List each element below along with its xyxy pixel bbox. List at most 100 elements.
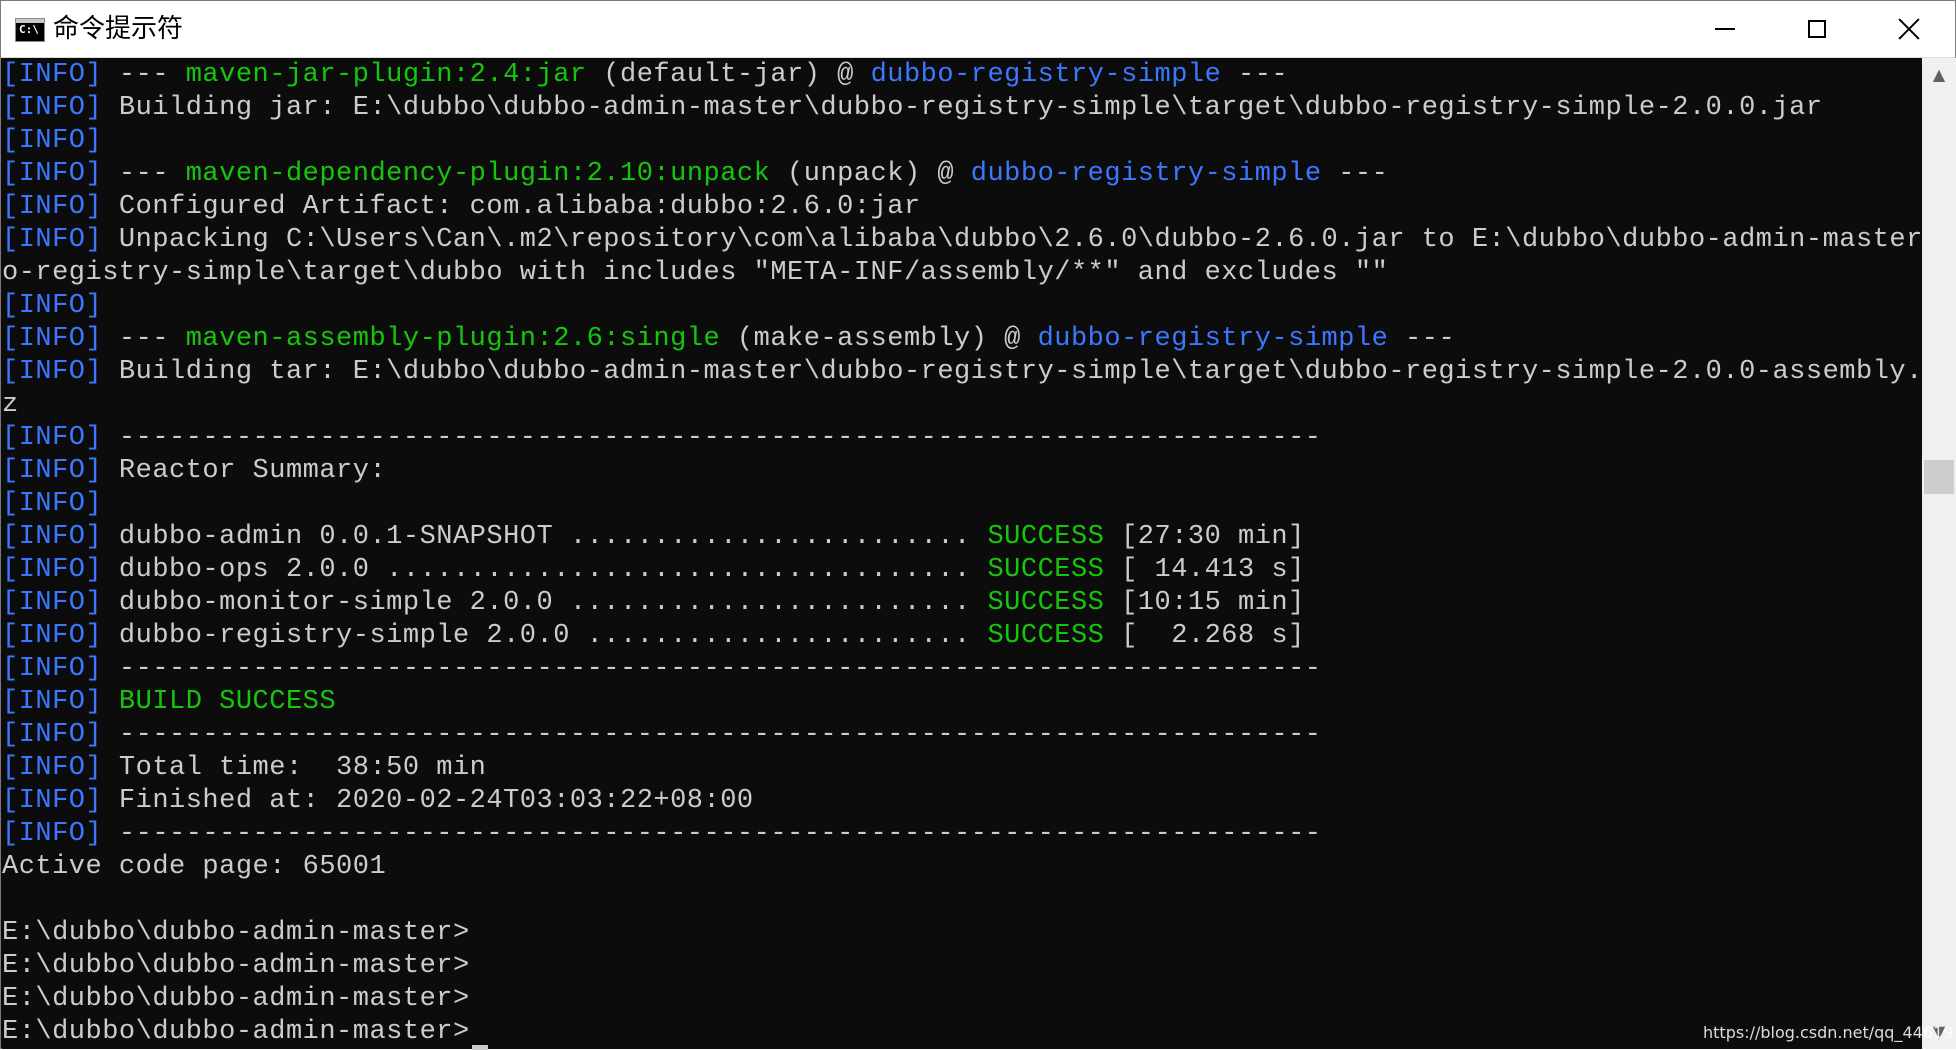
console-text: (unpack) @ [770,159,971,189]
console-text: [10:15 min] [1104,588,1305,618]
info-tag: [INFO] [2,555,119,585]
console-text: Configured Artifact: com.alibaba:dubbo:2… [118,192,921,222]
info-tag: [INFO] [2,423,119,453]
console-line: E:\dubbo\dubbo-admin-master> [2,983,470,1016]
console-line: [INFO] --- maven-dependency-plugin:2.10:… [2,158,1388,191]
console-text: --- [118,60,186,90]
maximize-icon [1808,20,1826,38]
console-text: Building jar: E:\dubbo\dubbo-admin-maste… [118,93,1823,123]
info-tag: [INFO] [2,357,119,387]
close-button[interactable] [1863,1,1955,57]
console-line: [INFO] BUILD SUCCESS [2,686,336,719]
info-tag: [INFO] [2,621,119,651]
console-output[interactable]: [INFO] --- maven-jar-plugin:2.4:jar (def… [2,58,1922,1049]
console-text: --- [118,324,186,354]
info-tag: [INFO] [2,489,103,519]
console-text: [27:30 min] [1104,522,1305,552]
console-text: (default-jar) @ [586,60,871,90]
console-line: [INFO] Building tar: E:\dubbo\dubbo-admi… [2,356,1922,389]
console-line: z [2,389,19,422]
success-status: SUCCESS [987,621,1105,651]
console-line: [INFO] Total time: 38:50 min [2,752,486,785]
console-line: [INFO] Configured Artifact: com.alibaba:… [2,191,921,224]
console-text: dubbo-ops 2.0.0 ........................… [118,555,988,585]
title-bar[interactable]: C:\ 命令提示符 [1,1,1955,58]
console-text: [ 2.268 s] [1104,621,1305,651]
console-line: [INFO] ---------------------------------… [2,719,1322,752]
info-tag: [INFO] [2,225,119,255]
info-tag: [INFO] [2,687,119,717]
console-text: z [2,390,19,420]
console-text: Finished at: 2020-02-24T03:03:22+08:00 [118,786,754,816]
close-icon [1898,18,1920,40]
console-text: dubbo-registry-simple 2.0.0 ............… [118,621,988,651]
plugin-name: maven-assembly-plugin:2.6:single [185,324,721,354]
minimize-icon [1715,28,1735,30]
info-tag: [INFO] [2,786,119,816]
console-line: [INFO] --- maven-jar-plugin:2.4:jar (def… [2,59,1288,92]
console-text: E:\dubbo\dubbo-admin-master> [2,951,470,981]
console-text: --- [1321,159,1389,189]
info-tag: [INFO] [2,456,119,486]
console-line: [INFO] [2,290,102,323]
project-name: dubbo-registry-simple [970,159,1322,189]
console-line: [INFO] ---------------------------------… [2,422,1322,455]
maximize-button[interactable] [1771,1,1863,57]
console-line: Active code page: 65001 [2,851,386,884]
project-name: dubbo-registry-simple [870,60,1222,90]
console-text: Active code page: 65001 [2,852,387,882]
console-line: [INFO] Unpacking C:\Users\Can\.m2\reposi… [2,224,1922,257]
project-name: dubbo-registry-simple [1037,324,1389,354]
plugin-name: maven-jar-plugin:2.4:jar [185,60,587,90]
console-text: dubbo-admin 0.0.1-SNAPSHOT .............… [118,522,988,552]
console-line: [INFO] ---------------------------------… [2,818,1322,851]
console-line: [INFO] --- maven-assembly-plugin:2.6:sin… [2,323,1455,356]
scrollbar-thumb[interactable] [1924,460,1954,494]
console-line: E:\dubbo\dubbo-admin-master> [2,1016,470,1049]
console-line: o-registry-simple\target\dubbo with incl… [2,257,1388,290]
text-cursor [471,1045,488,1050]
console-line: [INFO] Finished at: 2020-02-24T03:03:22+… [2,785,754,818]
watermark-text: https://blog.csdn.net/qq_44619 [1703,1023,1954,1042]
console-text: --- [118,159,186,189]
console-line: [INFO] dubbo-monitor-simple 2.0.0 ......… [2,587,1305,620]
info-tag: [INFO] [2,93,119,123]
info-tag: [INFO] [2,60,119,90]
info-tag: [INFO] [2,159,119,189]
console-line: [INFO] [2,125,102,158]
console-text: ----------------------------------------… [118,720,1322,750]
console-line: E:\dubbo\dubbo-admin-master> [2,917,470,950]
window-title: 命令提示符 [53,14,184,44]
info-tag: [INFO] [2,522,119,552]
console-text: dubbo-monitor-simple 2.0.0 .............… [118,588,988,618]
success-status: SUCCESS [987,522,1105,552]
info-tag: [INFO] [2,588,119,618]
minimize-button[interactable] [1679,1,1771,57]
scroll-up-button[interactable]: ▲ [1922,58,1956,92]
success-status: BUILD SUCCESS [118,687,337,717]
info-tag: [INFO] [2,819,119,849]
console-line: [INFO] dubbo-admin 0.0.1-SNAPSHOT ......… [2,521,1305,554]
console-text: Unpacking C:\Users\Can\.m2\repository\co… [118,225,1922,255]
info-tag: [INFO] [2,324,119,354]
vertical-scrollbar[interactable]: ▲ ▼ [1922,58,1956,1049]
console-line: E:\dubbo\dubbo-admin-master> [2,950,470,983]
console-text: ----------------------------------------… [118,654,1322,684]
console-line: [INFO] dubbo-ops 2.0.0 .................… [2,554,1305,587]
info-tag: [INFO] [2,291,103,321]
console-text: o-registry-simple\target\dubbo with incl… [2,258,1389,288]
plugin-name: maven-dependency-plugin:2.10:unpack [185,159,771,189]
console-text: Reactor Summary: [118,456,387,486]
cmd-app-icon[interactable]: C:\ [15,18,45,42]
info-tag: [INFO] [2,126,103,156]
console-line: [INFO] [2,488,102,521]
info-tag: [INFO] [2,654,119,684]
console-line: [INFO] dubbo-registry-simple 2.0.0 .....… [2,620,1305,653]
info-tag: [INFO] [2,720,119,750]
info-tag: [INFO] [2,192,119,222]
console-text: Total time: 38:50 min [118,753,487,783]
console-text: Building tar: E:\dubbo\dubbo-admin-maste… [118,357,1922,387]
console-text: E:\dubbo\dubbo-admin-master> [2,1017,470,1047]
console-text: [ 14.413 s] [1104,555,1305,585]
console-line: [INFO] Reactor Summary: [2,455,386,488]
